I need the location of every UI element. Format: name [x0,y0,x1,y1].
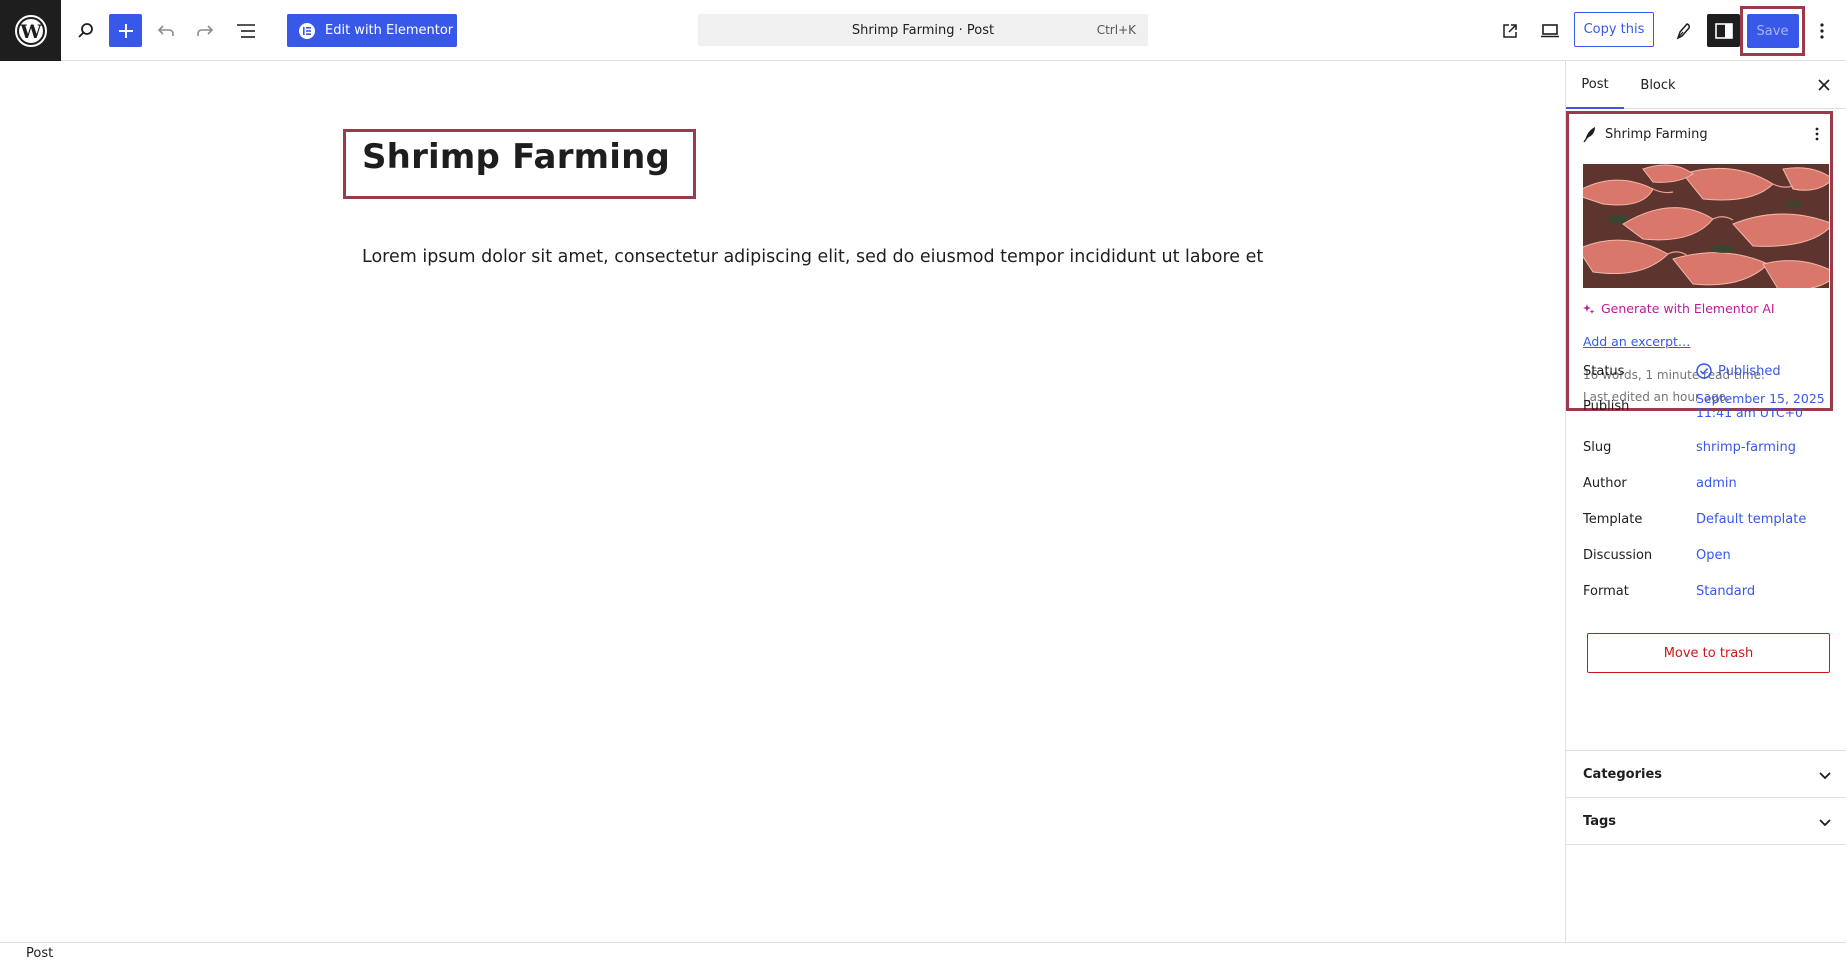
editor-canvas[interactable]: Shrimp Farming Lorem ipsum dolor sit ame… [0,61,1565,942]
save-label: Save [1756,23,1789,39]
add-block-button[interactable] [109,14,142,47]
chevron-down-icon [1819,772,1831,780]
undo-icon [157,25,174,36]
discussion-button[interactable]: Open [1696,548,1731,563]
search-icon [78,23,93,38]
post-title[interactable]: Shrimp Farming [362,137,670,177]
styles-button[interactable] [1667,15,1699,47]
author-label: Author [1583,476,1627,491]
template-button[interactable]: Default template [1696,512,1806,527]
tab-block[interactable]: Block [1636,61,1680,109]
post-actions-button[interactable] [1810,124,1824,144]
publish-time: 11:41 am UTC+0 [1696,405,1804,420]
document-overview-button[interactable] [230,15,262,47]
featured-image[interactable] [1583,164,1829,288]
shrimp-photo [1583,164,1829,288]
desktop-icon [1541,24,1559,38]
close-icon [1818,79,1830,91]
search-button[interactable] [70,15,102,47]
save-highlight: Save [1740,6,1805,56]
discussion-label: Discussion [1583,548,1653,563]
categories-panel-toggle[interactable]: Categories [1566,750,1846,798]
edit-with-elementor-button[interactable]: Edit with Elementor [287,14,457,47]
author-button[interactable]: admin [1696,476,1737,491]
publish-date: September 15, 2025 [1696,391,1825,406]
format-button[interactable]: Standard [1696,584,1755,599]
view-post-button[interactable] [1494,15,1526,47]
status-value: Published [1718,363,1781,379]
check-circle-icon [1696,363,1712,379]
options-menu-button[interactable] [1812,15,1832,47]
status-button[interactable]: Published [1696,363,1781,379]
editor-header: W Edit with Elementor Shrimp Farming · P… [0,0,1846,61]
add-excerpt-link[interactable]: Add an excerpt… [1583,334,1690,349]
wordpress-logo-button[interactable]: W [0,0,61,61]
close-sidebar-button[interactable] [1812,73,1836,97]
edit-with-elementor-label: Edit with Elementor [325,23,454,38]
save-button[interactable]: Save [1746,14,1799,48]
command-shortcut: Ctrl+K [1096,23,1136,37]
copy-this-label: Copy this [1583,22,1645,37]
list-view-icon [237,24,255,38]
status-label: Status [1583,364,1625,379]
wordpress-icon: W [14,14,47,47]
plus-icon [118,23,133,38]
publish-date-button[interactable]: September 15, 2025 11:41 am UTC+0 [1696,392,1825,420]
slug-button[interactable]: shrimp-farming [1696,440,1796,455]
template-label: Template [1583,512,1643,527]
settings-sidebar: Post Block Shrimp Farming Generate with … [1565,61,1846,942]
editor-footer: Post [0,942,1846,966]
feather-icon [1583,127,1595,143]
format-label: Format [1583,584,1629,599]
categories-label: Categories [1583,767,1663,782]
elementor-icon [299,22,315,39]
more-vertical-icon [1820,23,1824,39]
generate-ai-label: Generate with Elementor AI [1601,301,1775,316]
pen-icon [1676,23,1690,40]
chevron-down-icon [1819,819,1831,827]
more-vertical-icon [1815,127,1819,141]
sidebar-tabs: Post Block [1566,61,1846,109]
tab-post[interactable]: Post [1566,61,1624,109]
redo-button[interactable] [189,15,221,47]
tags-panel-toggle[interactable]: Tags [1566,797,1846,845]
copy-this-button[interactable]: Copy this [1574,12,1654,47]
undo-button[interactable] [150,15,182,47]
breadcrumb[interactable]: Post [26,946,53,961]
svg-text:W: W [19,21,42,43]
paragraph-block[interactable]: Lorem ipsum dolor sit amet, consectetur … [362,247,1263,267]
slug-label: Slug [1583,440,1612,455]
publish-label: Publish [1583,399,1630,414]
post-card-title: Shrimp Farming [1605,126,1708,142]
move-to-trash-label: Move to trash [1663,645,1754,661]
external-link-icon [1503,24,1517,38]
sidebar-icon [1714,22,1733,39]
ai-sparkle-icon [1583,303,1595,314]
preview-device-button[interactable] [1534,15,1566,47]
settings-sidebar-toggle[interactable] [1707,14,1740,47]
document-title: Shrimp Farming · Post [851,22,995,38]
redo-icon [197,25,214,36]
move-to-trash-button[interactable]: Move to trash [1587,633,1830,673]
tags-label: Tags [1583,813,1617,829]
command-palette-button[interactable]: Shrimp Farming · Post Ctrl+K [698,14,1148,46]
generate-ai-link[interactable]: Generate with Elementor AI [1583,301,1775,316]
post-card-header: Shrimp Farming [1583,125,1708,143]
